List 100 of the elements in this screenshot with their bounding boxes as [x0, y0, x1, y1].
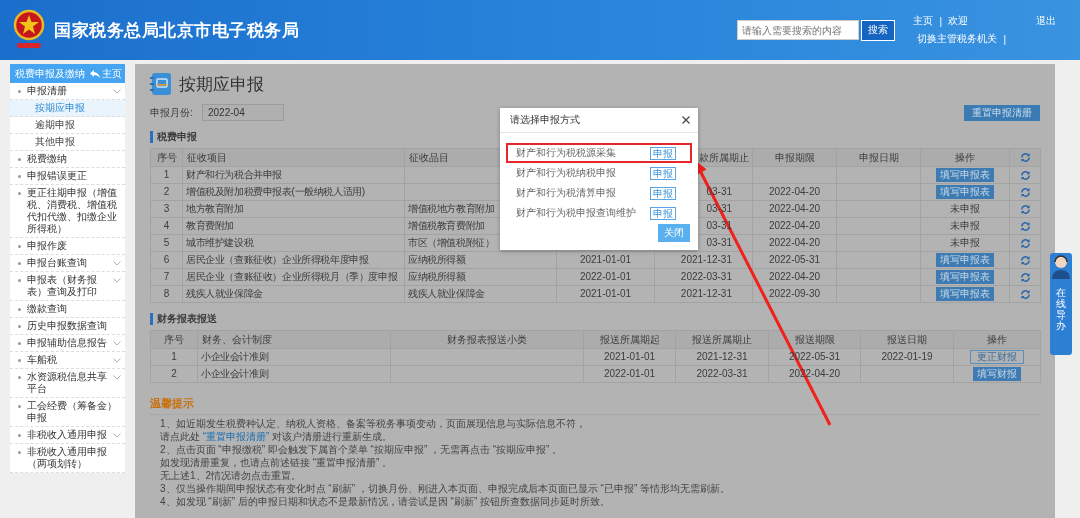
search-field[interactable]: 请输入需要搜索的内容 [737, 20, 860, 40]
agent-avatar-icon [1050, 253, 1072, 279]
close-button[interactable]: 关闭 [658, 224, 690, 242]
sidebar-item[interactable]: 税费缴纳 [10, 151, 125, 168]
correct-report-button[interactable]: 更正财报 [970, 350, 1024, 364]
table-cell: 地方教育附加 [182, 200, 405, 218]
column-header: 报送所属期止 [675, 330, 769, 349]
reset-button[interactable]: 重置申报清册 [964, 104, 1040, 121]
fill-form-button[interactable]: 填写申报表 [936, 270, 994, 284]
sidebar-item[interactable]: 非税收入通用申报 [10, 427, 125, 444]
close-icon[interactable] [682, 116, 690, 124]
status-cell: 未申报 [920, 200, 1010, 218]
sidebar-item[interactable]: 水资源税信息共享平台 [10, 369, 125, 398]
sidebar-item[interactable]: 历史申报数据查询 [10, 318, 125, 335]
reset-link[interactable]: “重置申报清册” [202, 431, 270, 442]
table-cell: 2 [150, 365, 198, 383]
logout-link[interactable]: 退出 [1036, 14, 1056, 28]
table-cell: 5 [150, 234, 183, 252]
tip-text: 1、如近期发生税费种认定、纳税人资格、备案等税务事项变动，页面展现信息与实际信息不符， [159, 417, 587, 430]
sidebar-subitem[interactable]: 其他申报 [10, 134, 125, 151]
bullet-icon [18, 376, 21, 379]
column-header: 申报期限 [752, 148, 837, 167]
back-arrow-icon [90, 69, 100, 78]
bullet-icon [18, 308, 21, 311]
sidebar-subitem[interactable]: 逾期申报 [10, 117, 125, 134]
home-link[interactable]: 主页 [913, 14, 934, 28]
table-cell: 小企业会计准则 [197, 348, 391, 366]
column-header: 财务报表报送小类 [390, 330, 584, 349]
table-cell: 小企业会计准则 [197, 365, 391, 383]
table-cell: 2022-05-31 [752, 251, 837, 269]
column-header: 操作 [953, 330, 1041, 349]
search-button[interactable]: 搜索 [861, 19, 896, 41]
refresh-icon[interactable] [1019, 186, 1031, 198]
month-label: 申报月份: [150, 105, 194, 120]
fill-form-button[interactable]: 填写申报表 [936, 253, 994, 267]
column-header: 序号 [150, 330, 198, 349]
refresh-icon[interactable] [1019, 271, 1031, 283]
declare-button[interactable]: 申报 [650, 206, 676, 220]
table-cell: 2022-01-19 [860, 348, 954, 366]
table-cell: 2022-01-01 [583, 365, 676, 383]
table-cell: 2021-01-01 [583, 348, 676, 366]
table-cell: 2021-01-01 [556, 251, 655, 269]
fill-form-button[interactable]: 填写财报 [973, 367, 1021, 381]
table-cell: 财产和行为税合并申报 [182, 166, 405, 184]
refresh-icon[interactable] [1019, 237, 1031, 249]
sidebar-item[interactable]: 申报错误更正 [10, 168, 125, 185]
declare-button[interactable]: 申报 [650, 146, 676, 160]
home-button[interactable]: 主页 [90, 66, 122, 81]
table-cell: 3 [150, 200, 183, 218]
table-cell: 2022-03-31 [675, 365, 769, 383]
sidebar-item[interactable]: 非税收入通用申报（两项划转） [10, 444, 125, 473]
bullet-icon [18, 451, 21, 454]
table-cell: 7 [150, 268, 183, 286]
option-label: 财产和行为税纳税申报 [516, 166, 616, 180]
chat-widget[interactable]: 在线导办 [1050, 253, 1072, 355]
section-title: 财务报表报送 [150, 313, 1040, 325]
option-label: 财产和行为税清算申报 [516, 186, 616, 200]
table-cell: 2022-04-20 [752, 268, 837, 286]
bullet-icon [18, 158, 21, 161]
sidebar-item[interactable]: 更正往期申报（增值税、消费税、增值税代扣代缴、扣缴企业所得税） [10, 185, 125, 238]
separator: | [939, 15, 942, 27]
bullet-icon [18, 325, 21, 328]
tip-text: 如发现清册重复，也请点前述链接 “重置申报清册” 。 [159, 456, 394, 469]
refresh-icon[interactable] [1019, 220, 1031, 232]
status-cell: 未申报 [920, 217, 1010, 235]
table-cell: 2022-09-30 [752, 285, 837, 303]
refresh-icon[interactable] [1019, 288, 1031, 300]
separator: | [1003, 33, 1006, 45]
tip-text: 4、如发现 “刷新” 后的申报日期和状态不是最新情况，请尝试是因 “刷新” 按钮所查数据同步延时所致。 [159, 495, 611, 508]
switch-office-link[interactable]: 切换主管税务机关 [917, 32, 998, 46]
table-cell: 2022-04-20 [752, 217, 837, 235]
declare-button[interactable]: 申报 [650, 166, 676, 180]
month-field[interactable]: 2022-04 [202, 104, 284, 121]
bullet-icon [18, 279, 21, 282]
tip-text: 2、点击页面 “申报缴税” 即会触发下属首个菜单 “按期应申报” ，无需再点击 “按期应申报” 。 [159, 443, 564, 456]
site-title: 国家税务总局北京市电子税务局 [54, 19, 300, 42]
bullet-icon [18, 90, 21, 93]
sidebar-item[interactable]: 工会经费（筹备金）申报 [10, 398, 125, 427]
fill-form-button[interactable]: 填写申报表 [936, 168, 994, 182]
refresh-icon[interactable] [1019, 169, 1031, 181]
fill-form-button[interactable]: 填写申报表 [936, 287, 994, 301]
fill-form-button[interactable]: 填写申报表 [936, 185, 994, 199]
table-cell: 增值税及附加税费申报表(一般纳税人适用) [182, 183, 405, 201]
table-cell: 城市维护建设税 [182, 234, 405, 252]
sidebar-item[interactable]: 申报辅助信息报告 [10, 335, 125, 352]
column-header: 报送期限 [768, 330, 861, 349]
bullet-icon [18, 175, 21, 178]
refresh-icon[interactable] [1019, 203, 1031, 215]
bullet-icon [18, 262, 21, 265]
sidebar-item[interactable]: 缴款查询 [10, 301, 125, 318]
refresh-icon[interactable] [1019, 254, 1031, 266]
table-cell: 8 [150, 285, 183, 303]
sidebar-item[interactable]: 申报作废 [10, 238, 125, 255]
refresh-icon[interactable] [1019, 152, 1031, 164]
declare-button[interactable]: 申报 [650, 186, 676, 200]
sidebar-subitem[interactable]: 按期应申报 [10, 100, 125, 117]
table-cell: 居民企业（查账征收）企业所得税年度申报 [182, 251, 405, 269]
sidebar-item[interactable]: 申报台账查询 [10, 255, 125, 272]
sidebar-item[interactable]: 车船税 [10, 352, 125, 369]
sidebar-item[interactable]: 申报表（财务报表）查询及打印 [10, 272, 125, 301]
